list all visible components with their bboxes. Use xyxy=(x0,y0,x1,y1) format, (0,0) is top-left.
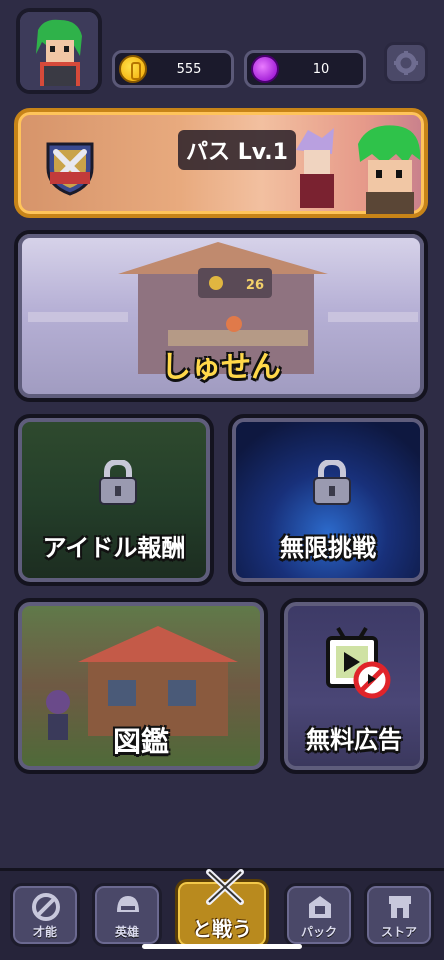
nav-talent-label: 才能 xyxy=(32,925,57,939)
gem-icon xyxy=(251,55,279,83)
pass-level-title: パス Lv.1 xyxy=(178,130,296,170)
nav-pack[interactable]: パック xyxy=(284,883,354,947)
lock-icon xyxy=(313,460,351,505)
player-avatar[interactable] xyxy=(16,8,102,94)
nav-store[interactable]: ストア xyxy=(364,883,434,947)
idle-reward-card[interactable]: アイドル報酬 xyxy=(14,414,214,586)
endless-challenge-label: 無限挑戦 xyxy=(280,534,376,562)
pack-icon xyxy=(309,896,331,918)
crossed-swords-icon xyxy=(206,869,244,905)
heroes-art xyxy=(296,125,421,214)
shop-counter: 26 xyxy=(245,278,264,293)
hero-portrait-icon xyxy=(20,12,98,90)
store-icon xyxy=(389,896,411,918)
coin-counter: 555 xyxy=(112,50,234,88)
nav-talent[interactable]: 才能 xyxy=(10,883,80,947)
coin-value: 555 xyxy=(176,61,202,77)
collection-card[interactable]: 図鑑 xyxy=(14,598,268,774)
nav-battle-label: と戦う xyxy=(192,917,252,941)
gear-icon xyxy=(394,51,418,75)
free-ad-label: 無料広告 xyxy=(306,726,402,754)
idle-reward-label: アイドル報酬 xyxy=(42,534,186,562)
lock-icon xyxy=(99,460,137,505)
video-ad-icon xyxy=(326,626,391,699)
nav-heroes-label: 英雄 xyxy=(114,925,139,939)
talent-icon xyxy=(32,893,60,921)
helmet-icon xyxy=(117,896,139,912)
battle-pass-card[interactable]: パス Lv.1 xyxy=(14,108,428,218)
endless-challenge-card[interactable]: 無限挑戦 xyxy=(228,414,428,586)
gem-value: 10 xyxy=(312,61,330,77)
coin-icon xyxy=(119,55,147,83)
free-ad-card[interactable]: 無料広告 xyxy=(280,598,428,774)
nav-battle[interactable]: と戦う xyxy=(175,869,269,949)
shop-card[interactable]: 26 しゅせん xyxy=(14,230,428,402)
nav-pack-label: パック xyxy=(300,925,337,939)
gem-counter: 10 xyxy=(244,50,366,88)
nav-heroes[interactable]: 英雄 xyxy=(92,883,162,947)
shop-label: しゅせん xyxy=(161,350,281,385)
home-indicator[interactable] xyxy=(142,944,302,949)
collection-label: 図鑑 xyxy=(112,725,169,758)
settings-button[interactable] xyxy=(384,42,428,84)
pass-shield-icon xyxy=(46,142,94,196)
nav-store-label: ストア xyxy=(380,925,417,939)
